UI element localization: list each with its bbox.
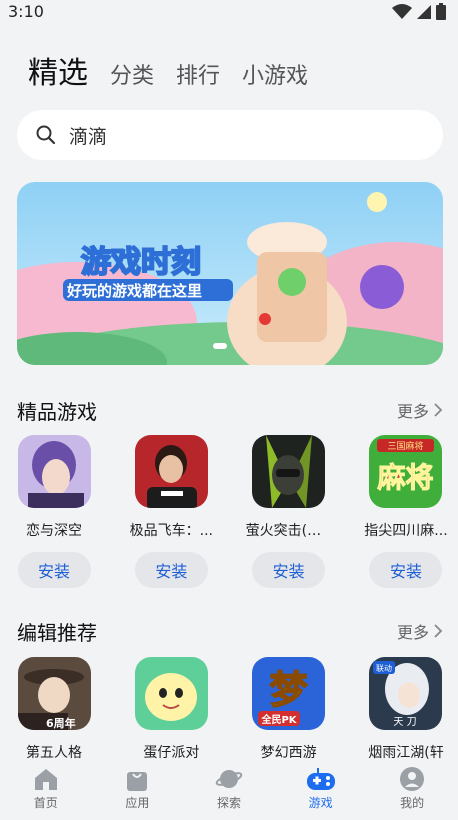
editor-section-header: 编辑推荐 更多 bbox=[17, 616, 443, 646]
user-icon bbox=[400, 767, 425, 791]
status-icons bbox=[392, 3, 446, 20]
tab-rankings[interactable]: 排行 bbox=[176, 58, 220, 90]
featured-app-row: 恋与深空 安装 极品飞车：... 安装 萤火突击(盛... 安装 三国麻将 麻将… bbox=[17, 435, 448, 588]
gamepad-icon bbox=[306, 768, 335, 790]
svg-text:联动: 联动 bbox=[376, 663, 392, 673]
nav-label: 游戏 bbox=[308, 796, 333, 810]
app-name: 极品飞车：... bbox=[129, 523, 213, 539]
app-icon-identity-v: 6周年 bbox=[17, 657, 91, 730]
nav-profile[interactable]: 我的 bbox=[366, 760, 458, 820]
featured-section-header: 精品游戏 更多 bbox=[17, 395, 443, 425]
nav-label: 首页 bbox=[33, 796, 58, 810]
nav-label: 我的 bbox=[400, 796, 425, 810]
nav-home[interactable]: 首页 bbox=[0, 760, 92, 820]
install-button[interactable]: 安装 bbox=[134, 552, 208, 588]
app-icon-arena-breakout bbox=[252, 435, 326, 508]
svg-text:全民PK: 全民PK bbox=[261, 713, 298, 726]
app-name: 第五人格 bbox=[26, 745, 82, 761]
editor-section-title: 编辑推荐 bbox=[17, 620, 97, 645]
home-icon bbox=[34, 769, 57, 790]
app-item[interactable]: 恋与深空 安装 bbox=[17, 435, 91, 588]
app-icon-need-for-speed bbox=[134, 435, 208, 508]
app-name: 指尖四川麻... bbox=[364, 523, 448, 539]
search-input[interactable]: 滴滴 bbox=[17, 110, 443, 160]
promo-banner[interactable]: 游戏时刻 好玩的游戏都在这里 bbox=[17, 182, 443, 365]
nav-explore[interactable]: 探索 bbox=[183, 760, 275, 820]
app-icon-sichuan-mahjong: 三国麻将 麻将 bbox=[369, 435, 443, 508]
tab-featured[interactable]: 精选 bbox=[28, 48, 88, 92]
battery-icon bbox=[436, 3, 446, 20]
top-tabs: 精选 分类 排行 小游戏 bbox=[28, 48, 330, 92]
app-item[interactable]: 梦 全民PK 梦幻西游 bbox=[252, 657, 326, 762]
chevron-right-icon bbox=[434, 624, 443, 638]
bottom-nav: 首页 应用 探索 游戏 我的 bbox=[0, 760, 458, 820]
app-name: 萤火突击(盛... bbox=[245, 523, 332, 539]
app-item[interactable]: 蛋仔派对 bbox=[134, 657, 208, 762]
svg-text:天 刀: 天 刀 bbox=[394, 717, 417, 728]
editor-more-link[interactable]: 更多 bbox=[397, 619, 443, 643]
app-item[interactable]: 联动 天 刀 烟雨江湖(轩 bbox=[368, 657, 444, 762]
banner-page-indicator bbox=[213, 343, 227, 349]
nav-games[interactable]: 游戏 bbox=[275, 760, 367, 820]
install-button[interactable]: 安装 bbox=[17, 552, 91, 588]
svg-text:6周年: 6周年 bbox=[46, 716, 76, 730]
app-name: 梦幻西游 bbox=[260, 745, 317, 761]
wifi-icon bbox=[392, 3, 412, 19]
more-label: 更多 bbox=[396, 402, 429, 421]
svg-text:三国麻将: 三国麻将 bbox=[388, 440, 424, 452]
tab-mini-games[interactable]: 小游戏 bbox=[242, 58, 308, 90]
nav-label: 应用 bbox=[125, 796, 150, 810]
chevron-right-icon bbox=[434, 403, 443, 417]
planet-icon bbox=[215, 770, 243, 788]
featured-more-link[interactable]: 更多 bbox=[397, 398, 443, 422]
tab-categories[interactable]: 分类 bbox=[110, 58, 154, 90]
more-label: 更多 bbox=[396, 623, 429, 642]
banner-subtitle: 好玩的游戏都在这里 bbox=[63, 279, 233, 301]
signal-icon bbox=[417, 4, 431, 19]
app-name: 蛋仔派对 bbox=[143, 745, 200, 761]
app-item[interactable]: 6周年 第五人格 bbox=[17, 657, 91, 762]
app-name: 恋与深空 bbox=[26, 523, 82, 539]
app-item[interactable]: 三国麻将 麻将 指尖四川麻... 安装 bbox=[364, 435, 448, 588]
editor-app-row: 6周年 第五人格 蛋仔派对 梦 全民PK 梦幻西游 联动 天 刀 烟雨江湖(轩 bbox=[17, 657, 444, 762]
status-bar: 3:10 bbox=[0, 0, 458, 26]
shopping-bag-icon bbox=[127, 772, 148, 791]
app-icon-eggy-party bbox=[134, 657, 208, 730]
banner-title: 游戏时刻 bbox=[80, 244, 202, 281]
app-item[interactable]: 萤火突击(盛... 安装 bbox=[246, 435, 332, 588]
app-name: 烟雨江湖(轩 bbox=[368, 745, 444, 761]
search-query-text: 滴滴 bbox=[69, 125, 108, 148]
app-icon-yanyu-jianghu: 联动 天 刀 bbox=[369, 657, 443, 730]
install-button[interactable]: 安装 bbox=[369, 552, 443, 588]
status-time: 3:10 bbox=[8, 2, 44, 21]
svg-text:游戏时刻: 游戏时刻 bbox=[81, 245, 201, 280]
app-icon-lianyushenkong bbox=[17, 435, 91, 508]
app-item[interactable]: 极品飞车：... 安装 bbox=[130, 435, 213, 588]
svg-text:梦: 梦 bbox=[270, 668, 308, 712]
svg-text:麻将: 麻将 bbox=[378, 461, 434, 494]
nav-apps[interactable]: 应用 bbox=[92, 760, 184, 820]
install-button[interactable]: 安装 bbox=[252, 552, 326, 588]
app-icon-fantasy-westward: 梦 全民PK bbox=[252, 657, 326, 730]
nav-label: 探索 bbox=[216, 796, 241, 810]
featured-section-title: 精品游戏 bbox=[17, 399, 97, 424]
svg-text:好玩的游戏都在这里: 好玩的游戏都在这里 bbox=[66, 282, 202, 300]
search-icon bbox=[36, 125, 56, 145]
